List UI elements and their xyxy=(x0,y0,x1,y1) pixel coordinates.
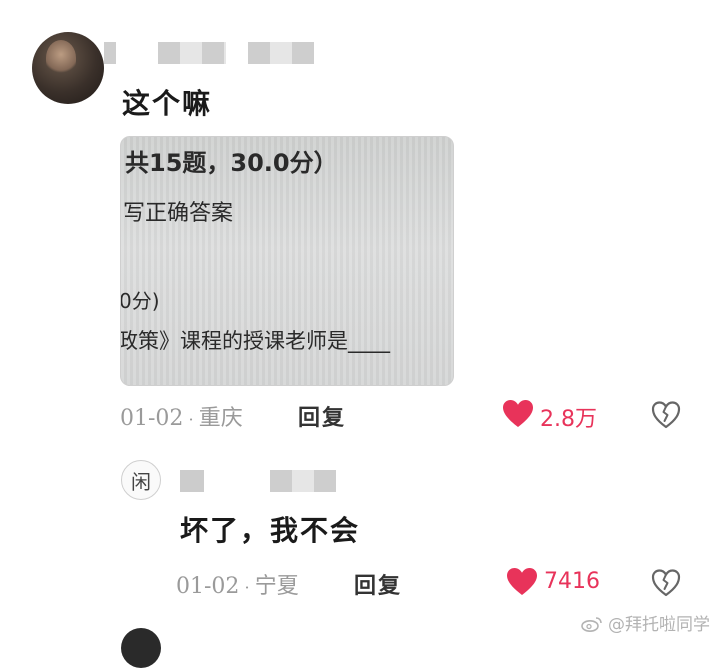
reply-text: 坏了，我不会 xyxy=(180,514,361,547)
blurred-username xyxy=(104,42,116,64)
replier-avatar-char: 闲 xyxy=(131,469,151,494)
reply-date: 01-02 xyxy=(176,574,240,599)
photo-text: 共15题，30.0分） xyxy=(125,149,338,177)
reply-location: 宁夏 xyxy=(254,574,299,599)
watermark: @拜托啦同学 xyxy=(580,610,710,635)
comment-meta: 01-02 · 重庆 xyxy=(120,400,243,432)
comment-location: 重庆 xyxy=(198,406,243,431)
comment-photo[interactable]: 共15题，30.0分） 写正确答案 0分) 政策》课程的授课老师是____ xyxy=(120,136,454,386)
meta-separator: · xyxy=(239,578,255,597)
heart-icon[interactable] xyxy=(506,567,538,597)
next-commenter-avatar[interactable] xyxy=(121,628,161,668)
comment-text: 这个嘛 xyxy=(122,87,213,120)
watermark-text: @拜托啦同学 xyxy=(608,615,710,635)
like-count: 7416 xyxy=(544,569,600,594)
blurred-username xyxy=(248,42,314,64)
like-count: 2.8万 xyxy=(540,407,597,432)
photo-text: 写正确答案 xyxy=(123,201,234,226)
blurred-username xyxy=(180,470,204,492)
comment-date: 01-02 xyxy=(120,406,184,431)
broken-heart-icon[interactable] xyxy=(651,400,681,430)
meta-separator: · xyxy=(183,410,199,429)
broken-heart-icon[interactable] xyxy=(651,568,681,598)
heart-icon[interactable] xyxy=(502,399,534,429)
blurred-username xyxy=(158,42,226,64)
photo-text: 0分) xyxy=(120,289,160,313)
blurred-username xyxy=(270,470,336,492)
commenter-avatar[interactable] xyxy=(32,32,104,104)
reply-meta: 01-02 · 宁夏 xyxy=(176,568,299,600)
weibo-icon xyxy=(580,617,602,632)
replier-avatar[interactable]: 闲 xyxy=(121,460,161,500)
reply-button[interactable]: 回复 xyxy=(298,400,346,432)
photo-text: 政策》课程的授课老师是____ xyxy=(120,329,390,353)
reply-button[interactable]: 回复 xyxy=(354,568,402,600)
